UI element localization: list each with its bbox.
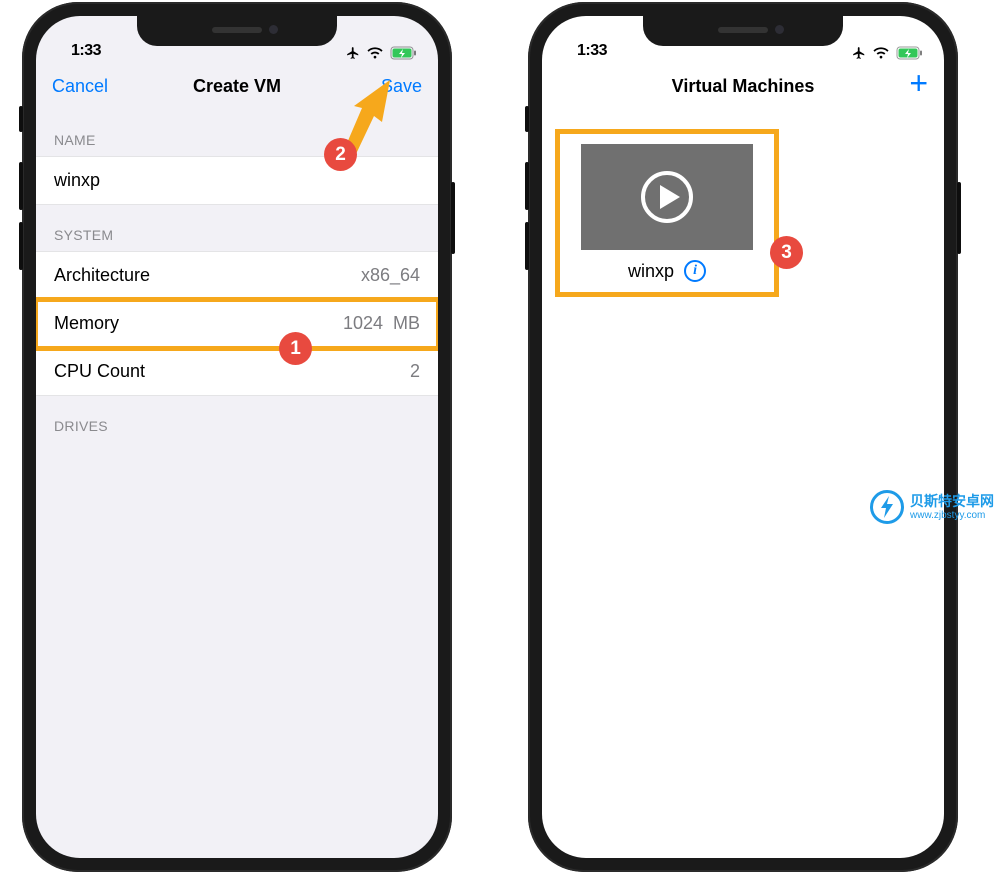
annotation-badge-3: 3 <box>770 236 803 269</box>
status-time: 1:33 <box>562 42 622 60</box>
airplane-mode-icon <box>852 46 866 60</box>
vm-thumbnail[interactable] <box>581 144 753 250</box>
watermark-url: www.zjbstyy.com <box>910 510 994 521</box>
architecture-value: x86_64 <box>361 265 420 286</box>
name-value: winxp <box>54 170 100 191</box>
vm-name: winxp <box>628 261 674 282</box>
vm-grid: winxp i <box>542 110 944 316</box>
architecture-row[interactable]: Architecture x86_64 <box>36 251 438 300</box>
wifi-icon <box>366 47 384 60</box>
cpu-count-label: CPU Count <box>54 361 145 382</box>
speaker-grille <box>718 27 768 33</box>
memory-unit: MB <box>393 313 420 333</box>
battery-charging-icon <box>390 46 418 60</box>
notch <box>643 16 843 46</box>
screen-virtual-machines: 1:33 Virtual Machines + <box>542 16 944 858</box>
phone-frame-right: 1:33 Virtual Machines + <box>528 2 958 872</box>
mute-switch <box>525 106 529 132</box>
airplane-mode-icon <box>346 46 360 60</box>
volume-down-button <box>19 222 23 270</box>
vm-card-winxp[interactable]: winxp i <box>560 134 774 292</box>
memory-label: Memory <box>54 313 119 334</box>
memory-value: 1024 <box>343 313 383 333</box>
nav-bar: Virtual Machines + <box>542 62 944 110</box>
architecture-label: Architecture <box>54 265 150 286</box>
section-header-system: SYSTEM <box>36 205 438 251</box>
power-button <box>957 182 961 254</box>
front-camera <box>269 25 278 34</box>
volume-up-button <box>19 162 23 210</box>
annotation-badge-2: 2 <box>324 138 357 171</box>
cpu-count-row[interactable]: CPU Count 2 <box>36 348 438 396</box>
page-title: Create VM <box>132 76 342 97</box>
speaker-grille <box>212 27 262 33</box>
cancel-button[interactable]: Cancel <box>52 76 108 96</box>
watermark-title: 贝斯特安卓网 <box>910 493 994 509</box>
name-field[interactable]: winxp <box>36 156 438 205</box>
power-button <box>451 182 455 254</box>
front-camera <box>775 25 784 34</box>
notch <box>137 16 337 46</box>
mute-switch <box>19 106 23 132</box>
cpu-count-value: 2 <box>410 361 420 382</box>
watermark-logo-icon <box>870 490 904 524</box>
volume-up-button <box>525 162 529 210</box>
section-header-drives: DRIVES <box>36 396 438 442</box>
wifi-icon <box>872 47 890 60</box>
volume-down-button <box>525 222 529 270</box>
annotation-badge-1: 1 <box>279 332 312 365</box>
watermark: 贝斯特安卓网 www.zjbstyy.com <box>870 490 994 524</box>
add-vm-button[interactable]: + <box>909 65 928 101</box>
memory-row[interactable]: Memory 1024 MB <box>36 300 438 348</box>
battery-charging-icon <box>896 46 924 60</box>
info-icon[interactable]: i <box>684 260 706 282</box>
play-icon <box>641 171 693 223</box>
page-title: Virtual Machines <box>638 76 848 97</box>
status-time: 1:33 <box>56 42 116 60</box>
